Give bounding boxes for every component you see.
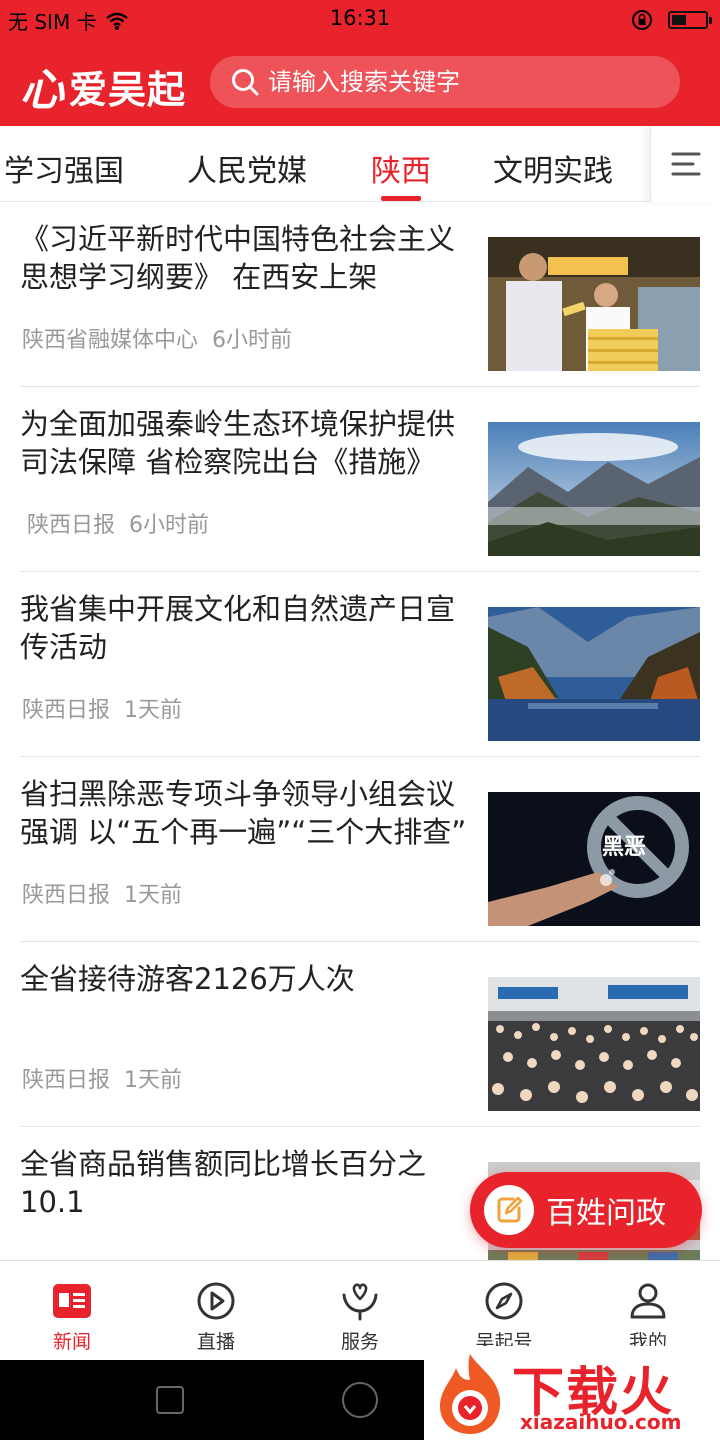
news-item[interactable]: 为全面加强秦岭生态环境保护提供司法保障 省检察院出台《措施》 陕西日报 6小时前 — [20, 387, 700, 572]
logo-text: 爱吴起 — [69, 66, 187, 112]
news-item[interactable]: 省扫黑除恶专项斗争领导小组会议强调 以“五个再一遍”“三个大排查” 陕西日报 1… — [20, 757, 700, 942]
nav-service[interactable]: 服务 — [288, 1261, 432, 1361]
news-thumbnail — [488, 977, 700, 1111]
tab-renmin[interactable]: 人民党媒 — [187, 146, 307, 190]
edit-icon-badge — [484, 1185, 534, 1235]
app-header: 无 SIM 卡 16:31 心 爱吴起 — [0, 0, 720, 126]
tab-wenming[interactable]: 文明实践 — [493, 146, 613, 190]
news-meta: 陕西日报 1天前 — [22, 877, 182, 909]
nav-label: 服务 — [340, 1331, 379, 1353]
play-icon — [197, 1282, 235, 1320]
rotation-lock-icon — [632, 10, 652, 30]
news-time: 1天前 — [124, 698, 183, 723]
news-meta: 陕西日报 1天前 — [22, 1062, 182, 1094]
news-thumbnail: 黑恶 — [488, 792, 700, 926]
home-button[interactable] — [342, 1382, 378, 1418]
active-tab-indicator — [381, 196, 421, 201]
search-input[interactable] — [268, 68, 648, 96]
compass-icon — [485, 1282, 523, 1320]
app-logo[interactable]: 心 爱吴起 — [20, 54, 186, 118]
thumbnail-caption: 黑恶 — [602, 835, 646, 860]
nav-live[interactable]: 直播 — [144, 1261, 288, 1361]
user-icon — [630, 1283, 666, 1319]
service-icon — [342, 1283, 378, 1321]
nav-news[interactable]: 新闻 — [0, 1261, 144, 1361]
public-inquiry-button[interactable]: 百姓问政 — [470, 1172, 702, 1248]
news-source: 陕西日报 — [27, 513, 116, 538]
news-time: 1天前 — [124, 883, 183, 908]
tab-shaanxi[interactable]: 陕西 — [371, 146, 431, 190]
recent-apps-button[interactable] — [156, 1386, 184, 1414]
news-title: 《习近平新时代中国特色社会主义思想学习纲要》 在西安上架 — [20, 222, 456, 294]
battery-icon — [668, 11, 712, 29]
news-time: 1天前 — [124, 1068, 183, 1093]
news-icon — [53, 1284, 91, 1318]
tab-xuexi[interactable]: 学习强国 — [4, 146, 124, 190]
logo-mark: 心 — [20, 65, 65, 116]
fire-logo-icon — [440, 1354, 501, 1434]
news-time: 6小时前 — [129, 513, 210, 538]
news-meta: 陕西日报 6小时前 — [27, 507, 209, 539]
edit-icon — [497, 1196, 523, 1223]
news-meta: 陕西日报 1天前 — [22, 692, 182, 724]
status-bar: 无 SIM 卡 16:31 — [0, 0, 720, 40]
news-source: 陕西日报 — [22, 1068, 111, 1093]
nav-label: 新闻 — [52, 1331, 91, 1353]
news-item[interactable]: 我省集中开展文化和自然遗产日宣传活动 陕西日报 1天前 — [20, 572, 700, 757]
site-watermark: 下载火 xiazaihuo.com — [424, 1346, 720, 1440]
news-thumbnail — [488, 422, 700, 556]
menu-icon — [671, 152, 700, 176]
status-right — [630, 8, 712, 32]
status-time: 16:31 — [329, 6, 391, 30]
news-source: 陕西省融媒体中心 — [22, 328, 199, 353]
bottom-navigation: 新闻 直播 服务 吴起号 我的 — [0, 1260, 720, 1360]
news-item[interactable]: 《习近平新时代中国特色社会主义思想学习纲要》 在西安上架 陕西省融媒体中心 6小… — [20, 202, 700, 387]
news-thumbnail — [488, 237, 700, 371]
news-meta: 陕西省融媒体中心 6小时前 — [22, 322, 292, 354]
nav-label: 直播 — [196, 1331, 235, 1353]
news-source: 陕西日报 — [22, 883, 111, 908]
news-time: 6小时前 — [212, 328, 293, 353]
search-bar[interactable] — [210, 56, 680, 108]
news-title: 省扫黑除恶专项斗争领导小组会议强调 以“五个再一遍”“三个大排查” — [20, 777, 467, 849]
news-title: 我省集中开展文化和自然遗产日宣传活动 — [20, 592, 456, 664]
news-title: 为全面加强秦岭生态环境保护提供司法保障 省检察院出台《措施》 — [20, 407, 456, 479]
news-item[interactable]: 全省接待游客2126万人次 陕西日报 1天前 — [20, 942, 700, 1127]
float-button-label: 百姓问政 — [546, 1196, 666, 1231]
channel-tabs: 学习强国 人民党媒 陕西 文明实践 — [0, 126, 720, 202]
watermark-url: xiazaihuo.com — [520, 1410, 682, 1434]
news-source: 陕西日报 — [22, 698, 111, 723]
news-title: 全省商品销售额同比增长百分之10.1 — [20, 1147, 427, 1219]
search-icon — [232, 69, 259, 96]
news-thumbnail — [488, 607, 700, 741]
channel-menu-button[interactable] — [650, 126, 720, 202]
news-title: 全省接待游客2126万人次 — [20, 962, 355, 996]
